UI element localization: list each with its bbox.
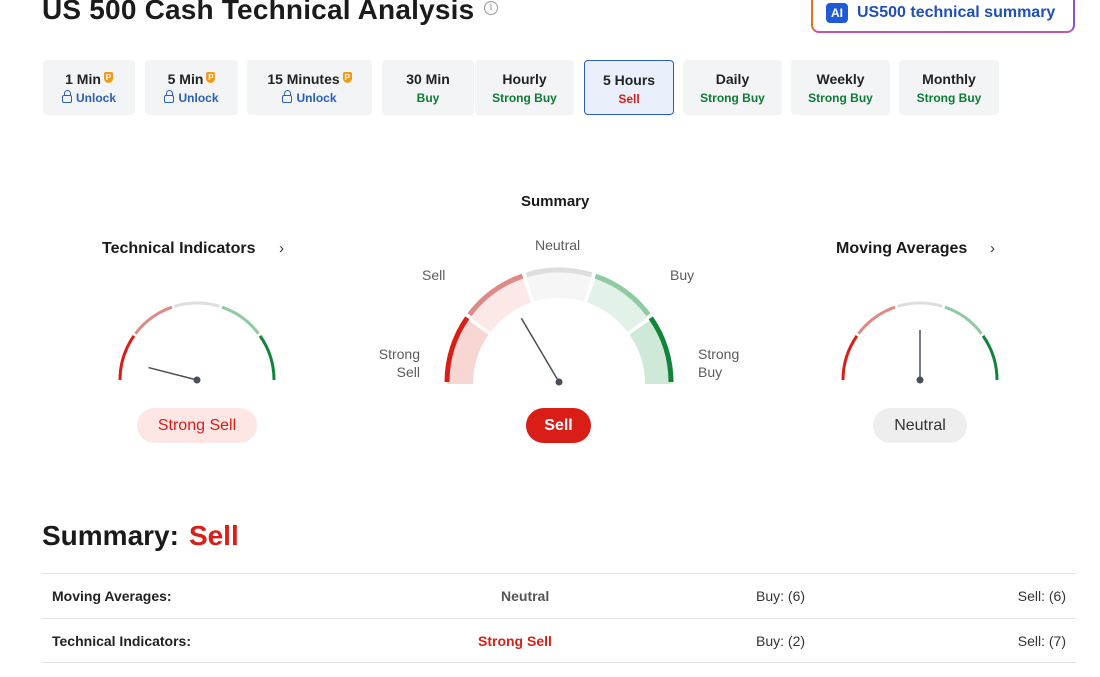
gauge-arc-buy: [221, 305, 260, 335]
ai-technical-summary-button[interactable]: AI US500 technical summary: [811, 0, 1075, 33]
tab-5-hours[interactable]: 5 Hours Sell: [584, 60, 674, 115]
tab-monthly[interactable]: Monthly Strong Buy: [899, 60, 999, 115]
row-buy-count: Buy: (6): [756, 588, 806, 604]
label-line: Sell: [396, 364, 420, 380]
tab-label: Monthly: [922, 71, 976, 87]
tab-value: Strong Buy: [700, 91, 765, 105]
gauge-label-strong-sell: Strong Sell: [376, 345, 420, 381]
gauge-arc-sell: [857, 305, 896, 335]
tab-hourly[interactable]: Hourly Strong Buy: [475, 60, 574, 115]
tab-label: 15 Minutes: [267, 71, 340, 87]
row-value: Strong Sell: [478, 633, 552, 649]
table-row: Moving Averages: Neutral Buy: (6) Sell: …: [42, 573, 1076, 618]
tab-value: Unlock: [178, 91, 219, 105]
gauge-zone-neutral: [526, 272, 592, 302]
tab-5-min[interactable]: 5 Min P Unlock: [145, 60, 238, 115]
row-value: Neutral: [501, 588, 550, 604]
label-line: Buy: [698, 364, 723, 380]
summary-heading: Summary: Sell: [42, 520, 239, 552]
tab-label: Hourly: [502, 71, 547, 87]
gauge-arc-strong-sell: [118, 334, 136, 381]
technical-indicators-result: Strong Sell: [137, 408, 257, 443]
gauge-arc-neutral: [174, 301, 220, 308]
technical-indicators-title[interactable]: Technical Indicators: [102, 240, 256, 258]
pro-icon: P: [103, 72, 113, 83]
summary-result: Sell: [526, 408, 591, 443]
row-name: Moving Averages:: [52, 588, 172, 604]
summary-value: Sell: [188, 520, 239, 551]
summary-table: Moving Averages: Neutral Buy: (6) Sell: …: [42, 573, 1076, 663]
tab-15-minutes[interactable]: 15 Minutes P Unlock: [247, 60, 372, 115]
gauge-needle-hub: [555, 378, 563, 386]
tab-daily[interactable]: Daily Strong Buy: [683, 60, 782, 115]
lock-icon: [282, 90, 293, 103]
moving-averages-gauge: [841, 301, 999, 384]
chevron-right-icon[interactable]: ›: [990, 240, 995, 257]
pro-icon: P: [206, 72, 216, 83]
gauge-arc-buy: [944, 305, 983, 335]
gauge-needle: [520, 317, 560, 383]
page-title: US 500 Cash Technical Analysis: [42, 0, 475, 25]
row-buy-count: Buy: (2): [756, 633, 806, 649]
tab-label: Weekly: [816, 71, 865, 87]
tab-label: 5 Min: [167, 71, 204, 87]
summary-gauge-title: Summary: [521, 193, 590, 210]
label-line: Strong: [378, 346, 420, 362]
table-row: Technical Indicators: Strong Sell Buy: (…: [42, 618, 1076, 663]
info-icon[interactable]: i: [484, 1, 498, 15]
tab-value: Strong Buy: [808, 91, 873, 105]
gauge-arc-strong-buy: [981, 334, 999, 381]
gauge-needle: [148, 366, 198, 381]
gauge-arc-strong-buy: [258, 334, 276, 381]
label-line: Strong: [698, 346, 740, 362]
moving-averages-title[interactable]: Moving Averages: [836, 240, 967, 258]
tab-weekly[interactable]: Weekly Strong Buy: [791, 60, 890, 115]
tab-value: Unlock: [296, 91, 337, 105]
row-sell-count: Sell: (6): [1017, 588, 1066, 604]
tab-value: Strong Buy: [916, 91, 982, 105]
gauge-arc-sell: [134, 305, 173, 335]
gauge-label-strong-buy: Strong Buy: [698, 345, 739, 381]
gauge-arc-strong-sell: [841, 334, 859, 381]
lock-icon: [164, 90, 175, 103]
gauge-arc-neutral: [897, 301, 943, 308]
ai-icon: AI: [826, 2, 848, 23]
tab-value: Buy: [416, 91, 440, 105]
tab-30-min[interactable]: 30 Min Buy: [382, 60, 474, 115]
gauge-label-neutral: Neutral: [535, 237, 581, 253]
ai-technical-summary-label: US500 technical summary: [857, 3, 1056, 21]
summary-gauge: [444, 267, 674, 386]
lock-icon: [61, 90, 72, 103]
gauge-needle-hub: [193, 376, 201, 384]
tab-label: 5 Hours: [602, 72, 656, 88]
pro-icon: P: [342, 72, 352, 83]
row-sell-count: Sell: (7): [1017, 633, 1066, 649]
moving-averages-result: Neutral: [873, 408, 967, 443]
tab-label: 30 Min: [406, 71, 450, 87]
tab-label: Daily: [715, 71, 750, 87]
chevron-right-icon[interactable]: ›: [279, 240, 284, 257]
technical-indicators-gauge: [118, 301, 276, 384]
tab-1-min[interactable]: 1 Min P Unlock: [43, 60, 135, 115]
row-name: Technical Indicators:: [52, 633, 191, 649]
tab-label: 1 Min: [65, 71, 101, 87]
tab-value: Strong Buy: [492, 91, 557, 105]
tab-value: Sell: [618, 92, 640, 106]
gauge-needle-hub: [916, 376, 924, 384]
summary-label: Summary:: [42, 520, 179, 551]
tab-value: Unlock: [75, 91, 116, 105]
